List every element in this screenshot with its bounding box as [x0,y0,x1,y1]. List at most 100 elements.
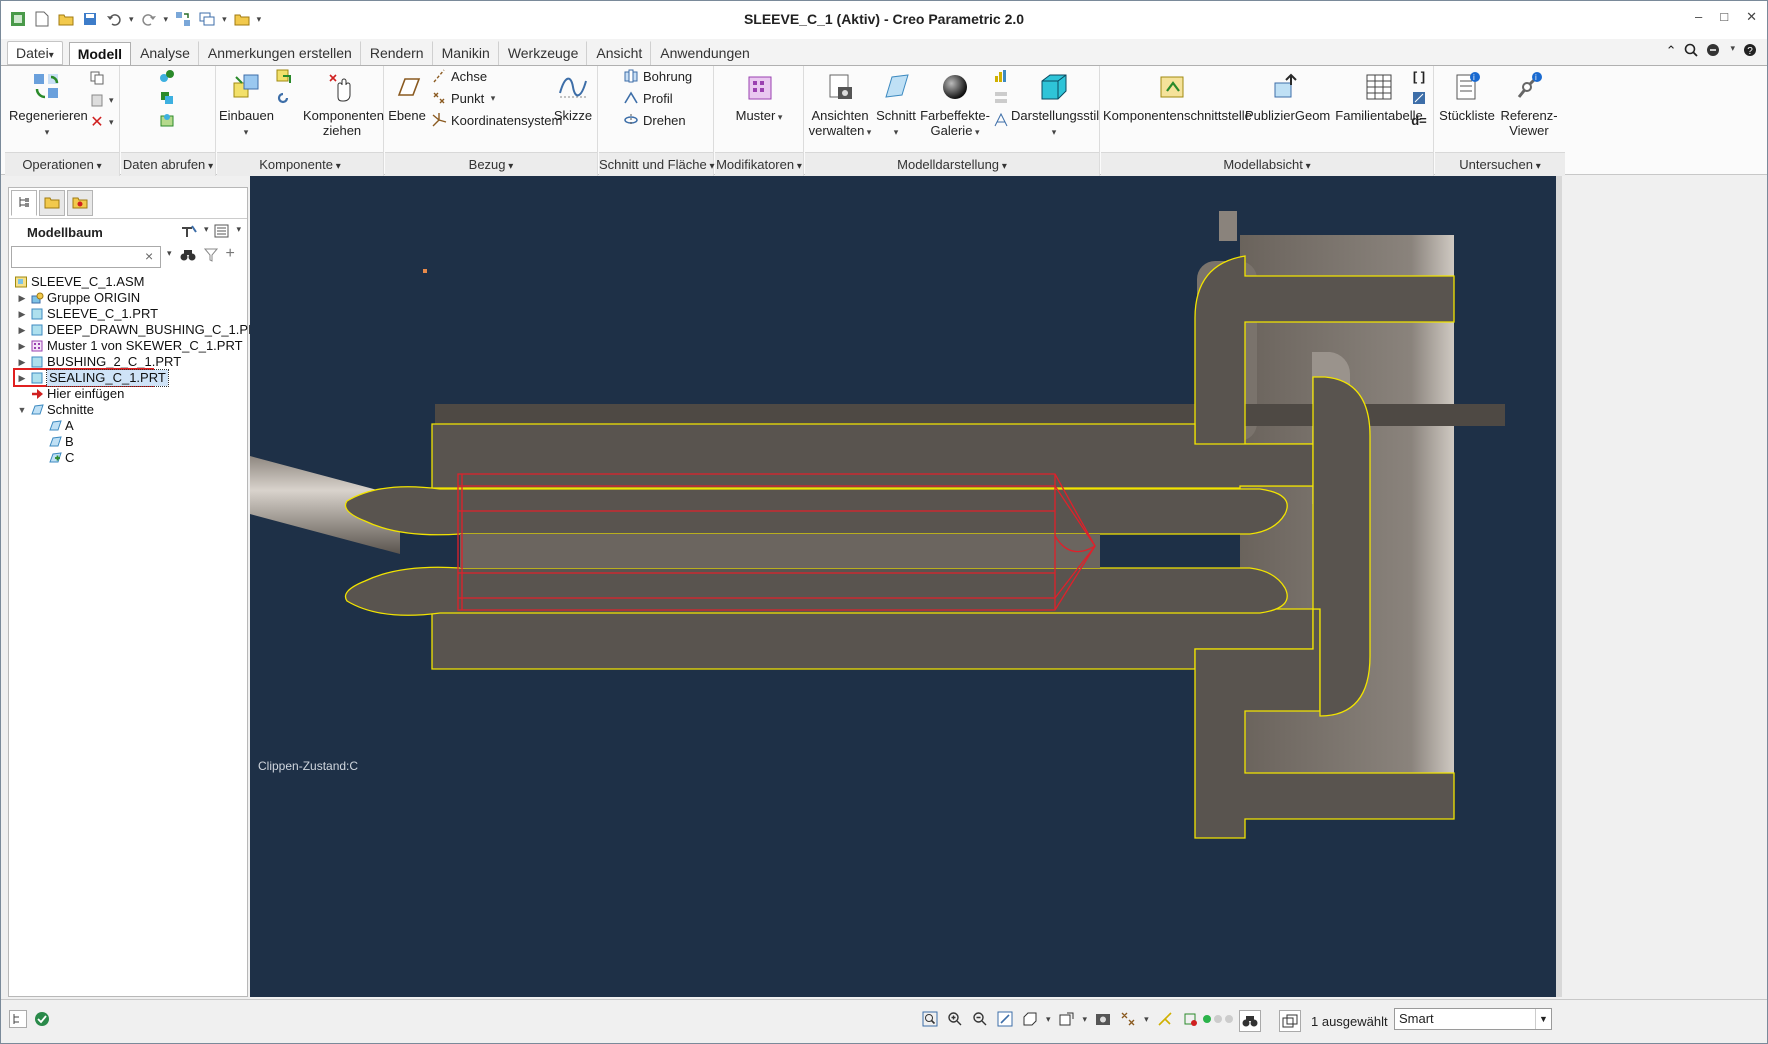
copy-geometry-button[interactable] [159,90,175,106]
expand-arrow-icon[interactable]: ▶ [17,322,27,338]
display-style-small-icon[interactable] [1021,1010,1039,1028]
tab-favorites[interactable] [67,190,93,216]
stueckliste-button[interactable]: i Stückliste [1437,70,1497,123]
toggle-navigator-icon[interactable] [9,1010,27,1028]
close-icon[interactable]: ✕ [1746,9,1757,25]
display-tool-3-button[interactable] [993,112,1009,128]
tree-settings-icon[interactable] [180,224,198,241]
repaint-icon[interactable] [996,1010,1014,1028]
repeat-button[interactable] [275,90,291,106]
saved-orientations-dropdown-icon[interactable]: ▾ [1083,1014,1088,1025]
display-tool-1-button[interactable] [993,68,1009,84]
maximize-icon[interactable]: □ [1720,9,1728,25]
selection-filter-select[interactable]: Smart ▼ [1394,1008,1552,1030]
filter-icon[interactable] [203,248,218,265]
delete-button[interactable]: ✕ ▾ [89,114,113,131]
refit-icon[interactable] [921,1010,939,1028]
tab-rendern[interactable]: Rendern [361,41,433,65]
drehen-button[interactable]: Drehen [623,112,686,128]
tree-item-sleeve-asm[interactable]: SLEEVE_C_1.ASM [9,274,247,290]
expand-arrow-icon[interactable]: ▶ [17,290,27,306]
saved-orientations-icon[interactable] [1058,1010,1076,1028]
create-component-button[interactable] [275,68,291,84]
tree-item-muster-skewer[interactable]: ▶ Muster 1 von SKEWER_C_1.PRT [9,338,247,354]
community-dropdown-icon[interactable]: ▾ [1730,43,1735,60]
spin-center-icon[interactable] [1156,1010,1174,1028]
toggle-browser-icon[interactable] [33,1010,51,1028]
model-tree-search-input[interactable] [11,246,161,268]
skizze-button[interactable]: Skizze [551,70,595,123]
annotation-display-icon[interactable] [1181,1010,1199,1028]
datum-display-icon[interactable] [1119,1010,1137,1028]
expand-arrow-icon[interactable]: ▶ [17,306,27,322]
community-icon[interactable] [1706,43,1722,60]
search-icon[interactable] [1684,43,1699,60]
add-column-icon[interactable]: + [226,246,235,265]
minimize-icon[interactable]: – [1695,9,1702,25]
search-dropdown-icon[interactable]: ▾ [167,248,172,265]
schnitt-button[interactable]: Schnitt ▾ [875,70,917,140]
tree-settings-dropdown-icon[interactable]: ▾ [204,224,209,241]
darstellungsstil-button[interactable]: Darstellungsstil ▾ [1011,70,1099,140]
graphics-window[interactable]: Clippen-Zustand:C [250,176,1562,997]
ansichten-verwalten-button[interactable]: Ansichten verwalten ▾ [807,70,873,140]
user-defined-feature-button[interactable] [159,68,175,84]
tab-analyse[interactable]: Analyse [131,41,199,65]
expand-arrow-icon[interactable]: ▶ [17,354,27,370]
tree-item-sealing-selected[interactable]: ▶ SEALING_C_1.PRT [9,368,247,387]
tab-manikin[interactable]: Manikin [433,41,499,65]
collapse-ribbon-icon[interactable]: ⌃ [1666,43,1677,60]
punkt-button[interactable]: Punkt ▾ [431,90,495,106]
chevron-down-icon[interactable]: ▼ [1535,1009,1551,1029]
view-manager-icon[interactable] [1094,1010,1112,1028]
tree-item-section-b[interactable]: B [9,434,247,450]
group-label[interactable]: Modelldarstellung [805,152,1099,176]
tab-modell[interactable]: Modell [68,42,132,66]
selection-box-icon[interactable] [1279,1010,1301,1032]
referenz-viewer-button[interactable]: i Referenz- Viewer [1497,70,1561,138]
publiziergeom-button[interactable]: PublizierGeom [1245,70,1330,123]
zoom-in-icon[interactable] [946,1010,964,1028]
tab-anmerkungen[interactable]: Anmerkungen erstellen [199,41,361,65]
zoom-out-icon[interactable] [971,1010,989,1028]
switch-dimensions-button[interactable] [1411,90,1427,106]
tree-item-gruppe-origin[interactable]: ▶ Gruppe ORIGIN [9,290,247,306]
bohrung-button[interactable]: Bohrung [623,68,692,84]
tree-item-insert-here[interactable]: Hier einfügen [9,386,247,402]
group-label[interactable]: Untersuchen [1435,152,1565,176]
clear-search-icon[interactable]: × [145,248,153,264]
group-label[interactable]: Modifikatoren [715,152,803,176]
display-tool-2-button[interactable] [993,90,1009,106]
find-in-model-icon[interactable] [1239,1010,1261,1032]
relations-button[interactable]: d= [1411,112,1427,128]
datum-display-dropdown-icon[interactable]: ▾ [1144,1014,1149,1025]
tab-model-tree[interactable] [11,190,37,216]
einbauen-button[interactable]: Einbauen ▾ [219,70,274,140]
tree-display-dropdown-icon[interactable]: ▾ [236,224,241,241]
group-label[interactable]: Schnitt und Fläche [599,152,713,176]
tab-ansicht[interactable]: Ansicht [587,41,652,65]
regenerieren-button[interactable]: Regenerieren ▾ [9,70,88,140]
tree-item-section-c[interactable]: C [9,450,247,466]
shrinkwrap-button[interactable] [159,112,175,128]
help-icon[interactable]: ? [1743,43,1757,60]
collapse-arrow-icon[interactable]: ▼ [17,402,27,418]
group-label[interactable]: Komponente [217,152,383,176]
tree-item-section-a[interactable]: A [9,418,247,434]
tab-folder-browser[interactable] [39,190,65,216]
group-label[interactable]: Daten abrufen [121,152,215,176]
farbeffekte-galerie-button[interactable]: Farbeffekte- Galerie ▾ [919,70,991,140]
parameters-button[interactable]: [ ] [1411,68,1427,84]
display-style-dropdown-icon[interactable]: ▾ [1046,1014,1051,1025]
copy-button[interactable] [89,70,105,86]
achse-button[interactable]: Achse [431,68,487,84]
group-label[interactable]: Operationen [5,152,119,176]
komponenten-ziehen-button[interactable]: Komponenten ziehen [303,70,384,138]
tree-item-sleeve-prt[interactable]: ▶ SLEEVE_C_1.PRT [9,306,247,322]
tree-item-deep-drawn-bushing[interactable]: ▶ DEEP_DRAWN_BUSHING_C_1.PRT [9,322,266,338]
tab-werkzeuge[interactable]: Werkzeuge [499,41,588,65]
tab-anwendungen[interactable]: Anwendungen [651,41,759,65]
paste-button[interactable]: ▾ [89,92,114,108]
profil-button[interactable]: Profil [623,90,673,106]
tree-item-schnitte[interactable]: ▼ Schnitte [9,402,247,418]
